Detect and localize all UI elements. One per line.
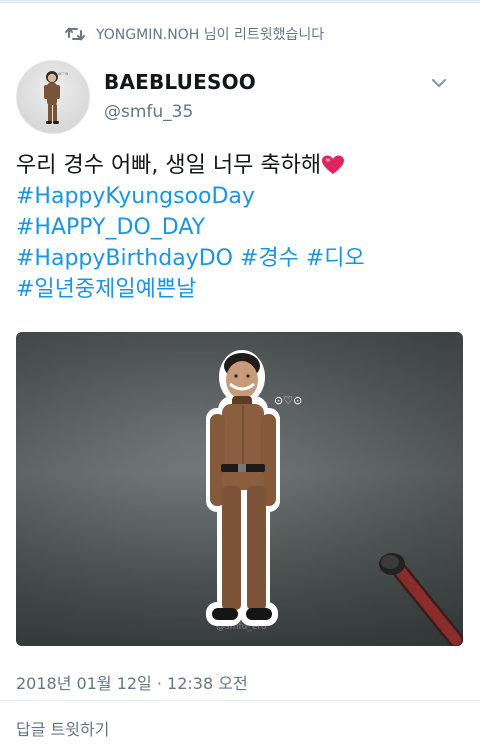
tweet-line-3: #HAPPY_DO_DAY [16, 212, 466, 243]
hashtag-prettiest-day[interactable]: #일년중제일예쁜날 [16, 277, 196, 302]
hashtag-dio[interactable]: #디오 [306, 246, 365, 271]
tweet-text: 우리 경수 어빠, 생일 너무 축하해 #HappyKyungsooDay #H… [16, 150, 466, 305]
retweet-text: YONGMIN.NOH 님이 리트윗했습니다 [96, 27, 325, 43]
photo-sticker-text: ⊙♡⊙ [274, 394, 302, 407]
tweet-photo[interactable]: ⊙♡⊙ @smfu_ero [16, 332, 463, 646]
microphone-shape [379, 553, 463, 646]
author-handle[interactable]: @smfu_35 [104, 102, 193, 122]
chevron-down-icon[interactable] [430, 74, 448, 88]
tweet-line-1: 우리 경수 어빠, 생일 너무 축하해 [16, 150, 466, 181]
hashtag-kyungsoo[interactable]: #경수 [240, 246, 299, 271]
tweet-line-4: #HappyBirthdayDO #경수 #디오 [16, 243, 466, 274]
hashtag-happybirthdaydo[interactable]: #HappyBirthdayDO [16, 246, 233, 271]
tweet-line-5: #일년중제일예쁜날 [16, 274, 466, 305]
red-heart-emoji [322, 153, 345, 174]
hashtag-happykyungsooday[interactable]: #HappyKyungsooDay [16, 184, 255, 209]
top-divider [0, 0, 480, 3]
tweet-timestamp[interactable]: 2018년 01월 12일 · 12:38 오전 [16, 670, 248, 694]
author-display-name[interactable]: BAEBLUESOO [104, 70, 256, 94]
avatar-figure: ⊙♡⊙ [44, 71, 68, 124]
photo-illustration: ⊙♡⊙ [206, 350, 463, 646]
actions-divider [0, 700, 480, 701]
reply-tweet-button[interactable]: 답글 트윗하기 [16, 716, 109, 740]
photo-watermark: @smfu_ero [216, 622, 267, 632]
avatar[interactable]: ⊙♡⊙ [16, 60, 90, 134]
hashtag-happy-do-day[interactable]: #HAPPY_DO_DAY [16, 215, 205, 240]
tweet-line-2: #HappyKyungsooDay [16, 181, 466, 212]
svg-text:⊙♡⊙: ⊙♡⊙ [58, 71, 68, 76]
person-sticker [206, 350, 280, 626]
retweet-context[interactable]: YONGMIN.NOH 님이 리트윗했습니다 [64, 24, 324, 44]
tweet-message: 우리 경수 어빠, 생일 너무 축하해 [16, 153, 322, 178]
retweet-icon [64, 25, 86, 43]
